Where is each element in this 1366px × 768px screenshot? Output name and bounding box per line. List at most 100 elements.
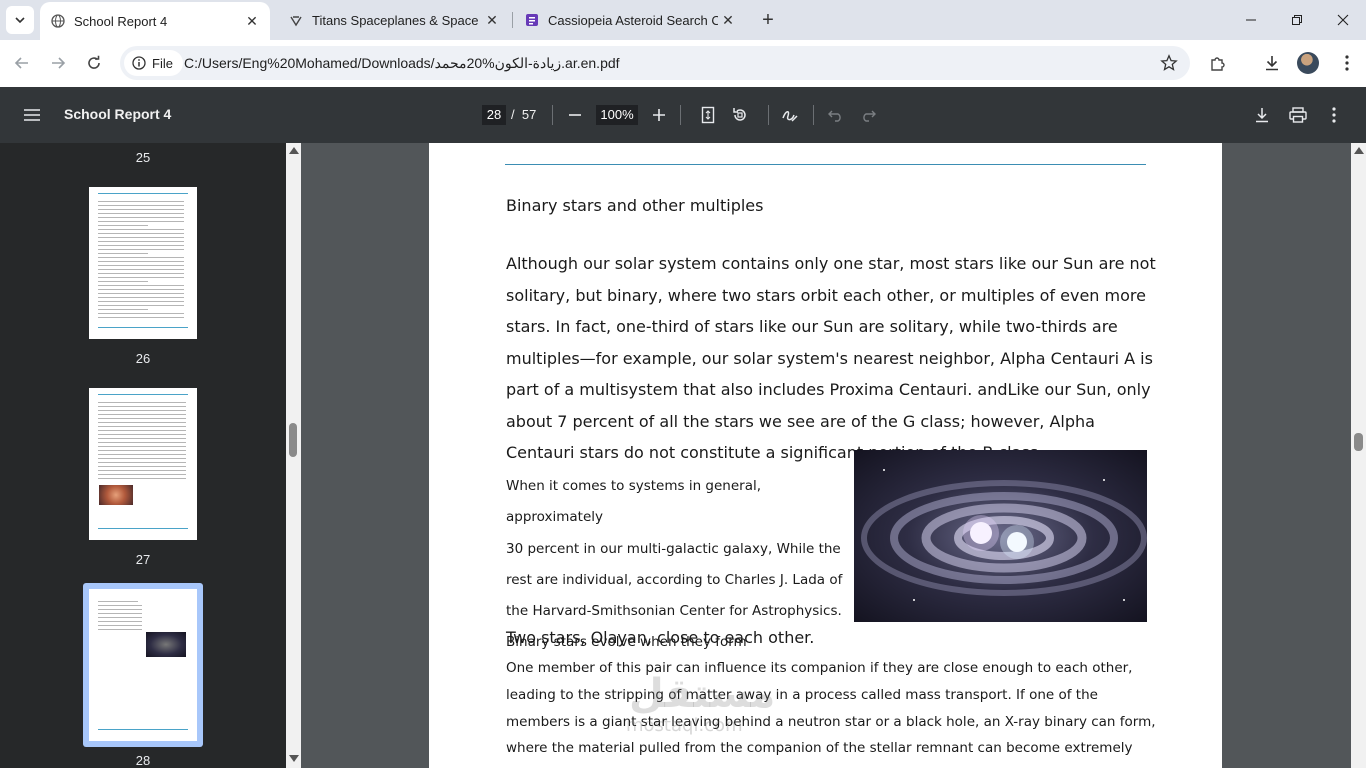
thumbnail-text-line <box>98 237 184 238</box>
kebab-menu-icon <box>1345 55 1349 71</box>
profile-avatar[interactable] <box>1297 52 1319 74</box>
thumbnail-text-line <box>98 213 184 214</box>
tab-titans[interactable]: Titans Spaceplanes & Space Tec ✕ <box>278 0 510 40</box>
thumbnail-text-line <box>98 442 186 443</box>
close-tab-icon[interactable]: ✕ <box>482 10 502 30</box>
minimize-button[interactable] <box>1228 0 1274 40</box>
text-line: the Harvard-Smithsonian Center for Astro… <box>506 603 842 620</box>
scroll-down-arrow[interactable] <box>289 755 299 762</box>
thumbnail-text-line <box>98 293 184 294</box>
rotate-button[interactable] <box>728 103 752 127</box>
back-button[interactable] <box>8 49 36 77</box>
toolbar-divider <box>552 105 553 125</box>
new-tab-button[interactable]: + <box>756 8 780 32</box>
thumbnail-text-line <box>98 253 148 254</box>
close-window-button[interactable] <box>1320 0 1366 40</box>
extensions-button[interactable] <box>1204 49 1232 77</box>
binary-stars-image <box>854 450 1147 622</box>
thumbnail-text-line <box>98 309 148 310</box>
forms-icon <box>524 12 540 28</box>
page-thumbnail[interactable] <box>89 388 197 540</box>
fit-page-button[interactable] <box>696 103 720 127</box>
thumbnail-text-line <box>98 285 184 286</box>
zoom-in-button[interactable] <box>647 103 671 127</box>
thumbnail-text-line <box>98 209 184 210</box>
bookmark-star-icon[interactable] <box>1160 54 1178 77</box>
thumbnail-text-line <box>98 613 142 614</box>
redo-button[interactable] <box>856 103 880 127</box>
thumbnail-text-line <box>98 281 148 282</box>
close-tab-icon[interactable]: ✕ <box>718 10 738 30</box>
document-viewer[interactable]: Binary stars and other multiples Althoug… <box>301 143 1351 768</box>
thumbnail-text-line <box>98 217 184 218</box>
browser-menu-button[interactable] <box>1333 49 1361 77</box>
section-heading: Binary stars and other multiples <box>506 196 764 215</box>
page-thumbnail-current[interactable] <box>89 589 197 741</box>
page-thumbnail[interactable] <box>89 187 197 339</box>
thumbnail-text-line <box>98 205 184 206</box>
pdf-toolbar: School Report 4 28 / 57 100% <box>0 87 1366 143</box>
thumbnail-text-line <box>98 422 186 423</box>
toolbar-divider <box>813 105 814 125</box>
thumbnail-text-line <box>98 249 184 250</box>
thumbnail-sidebar[interactable]: 25 26 27 28 <box>0 143 286 768</box>
download-icon <box>1256 108 1268 123</box>
tab-title: Titans Spaceplanes & Space Tec <box>312 12 482 28</box>
sidebar-scrollbar[interactable] <box>286 143 301 768</box>
hamburger-icon <box>24 109 40 121</box>
tab-school-report[interactable]: School Report 4 ✕ <box>40 2 270 40</box>
thumbnail-text-line <box>98 406 186 407</box>
forward-button[interactable] <box>44 49 72 77</box>
pdf-more-button[interactable] <box>1322 103 1346 127</box>
fit-to-page-icon <box>701 106 715 124</box>
thumbnail-text-line <box>98 454 186 455</box>
download-icon <box>1266 56 1278 71</box>
annotate-button[interactable] <box>778 103 802 127</box>
thumbnail-text-line <box>98 265 184 266</box>
tab-cassiopeia[interactable]: Cassiopeia Asteroid Search Con ✕ <box>514 0 746 40</box>
downloads-button[interactable] <box>1258 49 1286 77</box>
undo-button[interactable] <box>824 103 848 127</box>
pdf-title: School Report 4 <box>64 106 172 122</box>
scrollbar-thumb[interactable] <box>289 423 297 457</box>
page-number-input[interactable]: 28 <box>482 105 506 125</box>
document-scrollbar[interactable] <box>1351 143 1366 768</box>
print-button[interactable] <box>1286 103 1310 127</box>
reload-icon <box>88 55 100 69</box>
scrollbar-thumb[interactable] <box>1354 433 1363 451</box>
thumbnail-text-line <box>98 301 184 302</box>
thumbnail-text-line <box>98 305 184 306</box>
tab-title: Cassiopeia Asteroid Search Con <box>548 12 718 28</box>
thumbnail-text-line <box>98 410 186 411</box>
restore-button[interactable] <box>1274 0 1320 40</box>
minus-icon <box>569 114 581 116</box>
close-tab-icon[interactable]: ✕ <box>242 11 262 31</box>
site-info-chip[interactable]: File <box>124 50 183 76</box>
pdf-download-button[interactable] <box>1250 103 1274 127</box>
thumbnail-text-line <box>98 273 184 274</box>
thumbnail-text-line <box>98 313 184 314</box>
zoom-input[interactable]: 100% <box>596 105 638 125</box>
thumbnail-text-line <box>98 458 186 459</box>
zoom-out-button[interactable] <box>563 103 587 127</box>
scroll-up-arrow[interactable] <box>1354 147 1364 154</box>
watermark-logo: مستقل <box>629 671 776 717</box>
sidebar-toggle-button[interactable] <box>20 103 44 127</box>
reload-button[interactable] <box>80 49 108 77</box>
scroll-up-arrow[interactable] <box>289 147 299 154</box>
thumbnail-image <box>146 632 186 657</box>
thumbnail-text-line <box>98 629 142 630</box>
thumbnail-text-line <box>98 257 184 258</box>
thumbnail-text-line <box>98 289 184 290</box>
arrow-left-icon <box>14 57 28 69</box>
tab-title: School Report 4 <box>74 13 168 29</box>
draw-icon <box>782 111 798 122</box>
address-bar[interactable]: File C:/Users/Eng%20Mohamed/Downloads/زي… <box>120 46 1190 80</box>
tab-search-button[interactable] <box>6 6 34 34</box>
undo-icon <box>828 110 841 122</box>
thumbnail-label: 28 <box>135 753 151 768</box>
thumbnail-text-line <box>98 605 142 606</box>
printer-icon <box>1289 107 1307 123</box>
thumbnail-text-line <box>98 269 184 270</box>
thumbnail-text-line <box>98 438 186 439</box>
